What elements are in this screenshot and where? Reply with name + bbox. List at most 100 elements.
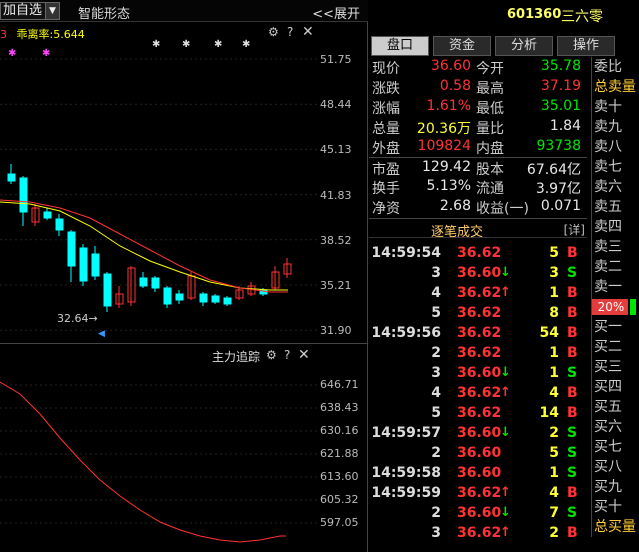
quote-value: 36.60	[430, 58, 471, 74]
axis-tick-label: 48.44	[320, 98, 352, 112]
tab-pankou[interactable]: 盘口	[371, 36, 429, 56]
tick-row: 14:59:57 36.60 ↓ 2 S	[369, 424, 587, 444]
tick-row: 3 36.60 ↓ 3 S	[369, 264, 587, 284]
quote-label: 最高	[476, 81, 504, 97]
tick-bs: S	[567, 465, 578, 481]
tick-vol: 14	[539, 405, 559, 421]
tick-row: 4 36.62 ↑ 1 B	[369, 284, 587, 304]
quote-label: 今开	[476, 61, 504, 77]
main-force-line	[0, 381, 286, 543]
quote-row: 涨幅 1.61% 最低 35.01	[369, 97, 587, 117]
candle-body	[67, 231, 76, 267]
star-icon: ✱	[152, 39, 160, 50]
quote-row: 换手 5.13% 流通 3.97亿	[369, 177, 587, 197]
tick-price: 36.60	[457, 265, 502, 281]
tick-arrow: ↓	[500, 505, 511, 520]
tick-time: 14:59:58	[371, 465, 441, 481]
tick-price: 36.62	[457, 525, 502, 541]
tick-time: 2	[431, 445, 441, 461]
tick-price: 36.62	[457, 345, 502, 361]
candle-body	[19, 177, 28, 213]
tick-vol: 54	[539, 325, 559, 341]
tick-vol: 5	[549, 245, 559, 261]
order-book-item: 总买量	[594, 519, 636, 535]
tab-funds[interactable]: 资金	[433, 36, 491, 56]
quote-label: 涨跌	[372, 81, 400, 97]
candle-body	[163, 287, 172, 305]
order-book-item: 卖七	[594, 159, 622, 175]
stock-code: 601360	[507, 7, 562, 22]
tick-bs: S	[567, 365, 578, 381]
smart-shape-button[interactable]: 智能形态	[78, 3, 130, 22]
candle-body	[175, 293, 184, 301]
quote-value: 35.78	[540, 58, 581, 74]
tick-row: 14:59:59 36.62 ↑ 4 B	[369, 484, 587, 504]
quote-panel: 601360 三六零 盘口 资金 分析 操作 现价 36.60 今开 35.78 涨跌 0…	[369, 0, 639, 552]
tick-vol: 7	[549, 505, 559, 521]
tick-row: 3 36.62 ↑ 2 B	[369, 524, 587, 544]
tick-time: 14:59:56	[371, 325, 441, 341]
candle-body	[43, 211, 52, 219]
tick-price: 36.60	[457, 505, 502, 521]
tick-price: 36.62	[457, 485, 502, 501]
quote-row: 外盘 109824 内盘 93738	[369, 137, 587, 157]
add-favorite-button[interactable]: 加自选 ▼	[0, 2, 60, 20]
order-book-item: 20%	[592, 299, 636, 315]
tick-bs: B	[567, 345, 578, 361]
tick-row: 2 36.62 1 B	[369, 344, 587, 364]
quote-label: 总量	[372, 121, 400, 137]
candle-body	[91, 253, 100, 277]
ma-line-yellow	[0, 201, 288, 291]
quote-row: 现价 36.60 今开 35.78	[369, 57, 587, 77]
tick-vol: 1	[549, 365, 559, 381]
tick-price: 36.60	[457, 365, 502, 381]
order-book: 委比 总卖量 卖十 卖九 卖八 卖七 卖六 卖五 卖四 卖三 卖二 卖一 20% 买一 买二 买三 买四 买五 买六…	[591, 57, 639, 537]
order-book-item: 买三	[594, 359, 622, 375]
quote-row: 市盈 129.42 股本 67.64亿	[369, 157, 587, 178]
tick-row: 2 36.60 ↓ 7 S	[369, 504, 587, 524]
quote-value: 35.01	[540, 98, 581, 114]
axis-tick-label: 630.16	[320, 424, 359, 437]
quote-label: 收益(一)	[476, 201, 529, 217]
tab-operation[interactable]: 操作	[557, 36, 615, 56]
stock-header: 601360 三六零	[369, 0, 639, 32]
quote-row: 涨跌 0.58 最高 37.19	[369, 77, 587, 97]
star-icon: ✱	[242, 39, 250, 50]
tick-arrow: ↓	[500, 425, 511, 440]
close-icon[interactable]: ✕	[298, 347, 310, 363]
ticks-detail-button[interactable]: [详]	[564, 221, 585, 238]
help-icon[interactable]: ?	[284, 348, 290, 362]
tick-time: 2	[431, 505, 441, 521]
candle-body	[151, 277, 160, 289]
tick-bs: B	[567, 525, 578, 541]
tab-analysis[interactable]: 分析	[495, 36, 553, 56]
add-favorite-label: 加自选	[3, 3, 43, 18]
stock-name: 三六零	[561, 9, 603, 25]
quote-value: 0.58	[439, 78, 471, 94]
quote-row: 总量 20.36万 量比 1.84	[369, 117, 587, 137]
quote-value: 5.13%	[426, 178, 471, 194]
order-book-item: 卖三	[594, 239, 622, 255]
tick-time: 14:59:57	[371, 425, 441, 441]
chevron-down-icon[interactable]: ▼	[45, 3, 59, 19]
tick-time: 5	[431, 405, 441, 421]
candle-body	[223, 297, 232, 305]
tick-vol: 1	[549, 465, 559, 481]
expand-button[interactable]: <<展开	[312, 3, 360, 22]
tick-price: 36.60	[457, 445, 502, 461]
ticks-list: 14:59:54 36.62 5 B 3 36.60 ↓ 3 S 4 36.62 ↑ 1 B 5 36.62 8…	[369, 244, 587, 544]
quote-value: 2.68	[439, 198, 471, 214]
tick-time: 5	[431, 305, 441, 321]
tick-bs: S	[567, 425, 578, 441]
quote-label: 股本	[476, 162, 504, 178]
order-book-item: 卖八	[594, 139, 622, 155]
tick-arrow: ↑	[500, 385, 511, 400]
gear-icon[interactable]: ⚙	[266, 348, 277, 362]
order-book-item: 买一	[594, 319, 622, 335]
triangle-marker: ◀	[98, 329, 105, 339]
tick-vol: 1	[549, 345, 559, 361]
quote-label: 净资	[372, 201, 400, 217]
quote-label: 换手	[372, 181, 400, 197]
axis-tick-label: 31.90	[320, 324, 352, 338]
tick-price: 36.62	[457, 385, 502, 401]
